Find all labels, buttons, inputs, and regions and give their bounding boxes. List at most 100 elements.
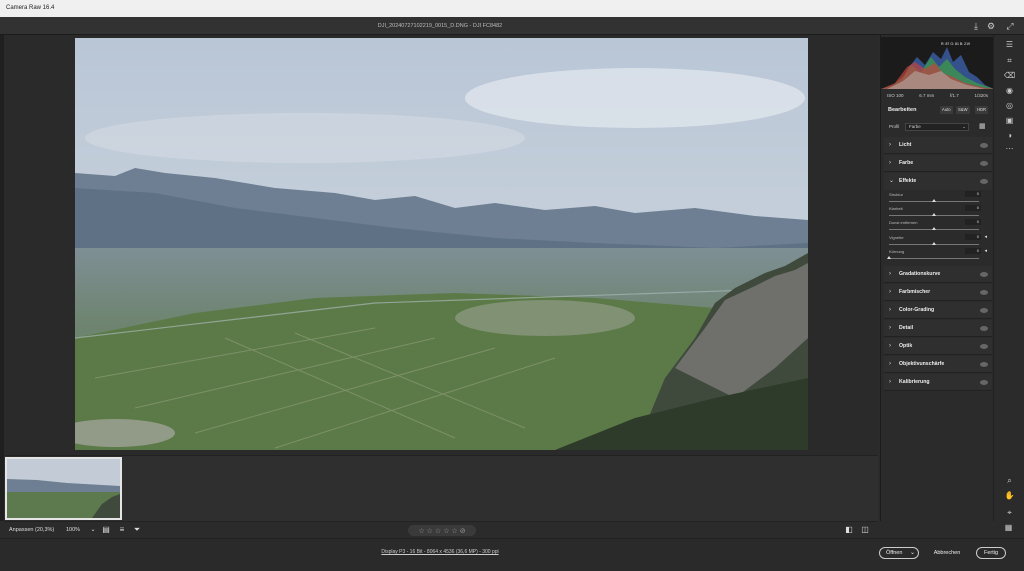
sort-icon[interactable]: ≡ bbox=[117, 525, 127, 535]
slider-vignette[interactable]: Vignette 0 ◂ bbox=[889, 234, 987, 249]
preview-image[interactable] bbox=[75, 38, 808, 450]
section-label: Detail bbox=[899, 325, 914, 331]
snapshots-icon[interactable]: ▣ bbox=[1003, 115, 1016, 127]
star-icon[interactable]: ☆ bbox=[451, 527, 457, 535]
hdr-button[interactable]: HDR bbox=[975, 106, 989, 114]
slider-track[interactable] bbox=[889, 258, 979, 259]
section-gradationskurve[interactable]: › Gradationskurve bbox=[884, 266, 992, 283]
chevron-right-icon: › bbox=[889, 361, 891, 367]
edit-title: Bearbeiten bbox=[888, 107, 917, 113]
section-effekte[interactable]: ⌄ Effekte bbox=[884, 173, 992, 190]
slider-value[interactable]: 0 bbox=[965, 248, 981, 254]
grid-overlay-icon[interactable]: ▦ bbox=[1002, 522, 1015, 534]
section-licht[interactable]: › Licht bbox=[884, 137, 992, 154]
filmstrip-view-icon[interactable]: ▤ bbox=[101, 525, 111, 535]
slider-handle[interactable] bbox=[932, 242, 936, 245]
slider-koernung[interactable]: Körnung 0 ◂ bbox=[887, 248, 987, 263]
eraser-icon[interactable]: ⌫ bbox=[1003, 70, 1016, 82]
slider-handle[interactable] bbox=[932, 199, 936, 202]
settings-icon[interactable]: ⚙ bbox=[985, 20, 997, 32]
zoom-chevron-icon[interactable]: ⌄ bbox=[88, 525, 98, 535]
chevron-down-icon: ⌄ bbox=[889, 178, 895, 184]
star-icon[interactable]: ☆ bbox=[427, 527, 433, 535]
slider-struktur[interactable]: Struktur 0 bbox=[889, 191, 987, 206]
crop-icon[interactable]: ⌗ bbox=[1003, 55, 1016, 67]
slider-value[interactable]: 0 bbox=[965, 234, 981, 240]
star-icon[interactable]: ☆ bbox=[418, 527, 424, 535]
open-button[interactable]: Öffnen ⌄ bbox=[879, 547, 919, 559]
profile-value: Farbe bbox=[909, 124, 921, 129]
mask-icon[interactable]: ◎ bbox=[1003, 100, 1016, 112]
slider-value[interactable]: 0 bbox=[965, 219, 981, 225]
visibility-eye-icon[interactable] bbox=[980, 272, 988, 277]
section-objektivunschaerfe[interactable]: › Objektivunschärfe bbox=[884, 356, 992, 373]
red-eye-icon[interactable]: ◉ bbox=[1003, 85, 1016, 97]
slider-klarheit[interactable]: Klarheit 0 bbox=[889, 205, 987, 220]
chevron-down-icon[interactable]: ⌄ bbox=[910, 548, 915, 558]
filmstrip bbox=[4, 455, 878, 521]
zoom-icon[interactable]: ⌕ bbox=[1003, 475, 1016, 487]
edit-sliders-icon[interactable]: ☰ bbox=[1003, 39, 1016, 51]
done-button[interactable]: Fertig bbox=[976, 547, 1006, 559]
aperture: f/1.7 bbox=[949, 92, 959, 98]
top-bar: DJI_20240727102219_0015_D.DNG - DJI FC84… bbox=[0, 17, 1024, 35]
save-icon[interactable]: ⤓ bbox=[970, 20, 982, 32]
reject-icon[interactable]: ⊘ bbox=[460, 527, 466, 535]
triangle-icon[interactable]: ◂ bbox=[984, 248, 987, 254]
bw-button[interactable]: S&W bbox=[956, 106, 970, 114]
visibility-eye-icon[interactable] bbox=[980, 362, 988, 367]
zoom-100-button[interactable]: 100% bbox=[66, 522, 80, 539]
section-farbmischer[interactable]: › Farbmischer bbox=[884, 284, 992, 301]
section-detail[interactable]: › Detail bbox=[884, 320, 992, 337]
star-icon[interactable]: ☆ bbox=[435, 527, 441, 535]
slider-handle[interactable] bbox=[932, 213, 936, 216]
cancel-button[interactable]: Abbrechen bbox=[928, 547, 966, 559]
hand-icon[interactable]: ✋ bbox=[1003, 490, 1016, 502]
section-label: Objektivunschärfe bbox=[899, 361, 945, 367]
section-label: Optik bbox=[899, 343, 913, 349]
visibility-eye-icon[interactable] bbox=[980, 344, 988, 349]
slider-handle[interactable] bbox=[887, 256, 891, 259]
section-label: Farbe bbox=[899, 160, 914, 166]
profile-row: Profil Farbe ⌄ ▦ bbox=[881, 121, 994, 133]
visibility-eye-icon[interactable] bbox=[980, 161, 988, 166]
more-icon[interactable]: ⋯ bbox=[1003, 143, 1016, 155]
visibility-eye-icon[interactable] bbox=[980, 380, 988, 385]
iso-value: ISO 100 bbox=[887, 92, 904, 98]
slider-label: Dunst entfernen bbox=[889, 220, 918, 225]
star-rating[interactable]: ☆ ☆ ☆ ☆ ☆ ⊘ bbox=[408, 525, 476, 536]
section-kalibrierung[interactable]: › Kalibrierung bbox=[884, 374, 992, 391]
visibility-eye-icon[interactable] bbox=[980, 179, 988, 184]
workflow-options-link[interactable]: Display P3 - 16 Bit - 8064 x 4536 (36,6 … bbox=[0, 539, 880, 566]
slider-label: Vignette bbox=[889, 235, 904, 240]
slider-handle[interactable] bbox=[932, 227, 936, 230]
profile-browser-icon[interactable]: ▦ bbox=[979, 123, 987, 131]
star-icon[interactable]: ☆ bbox=[443, 527, 449, 535]
section-optik[interactable]: › Optik bbox=[884, 338, 992, 355]
fullscreen-icon[interactable]: ⤢ bbox=[1004, 20, 1016, 32]
compare-view-icon[interactable]: ◫ bbox=[860, 525, 870, 535]
slider-label: Struktur bbox=[889, 192, 904, 197]
filter-icon[interactable]: ⏷ bbox=[132, 525, 142, 535]
section-color-grading[interactable]: › Color-Grading bbox=[884, 302, 992, 319]
visibility-eye-icon[interactable] bbox=[980, 290, 988, 295]
filmstrip-thumbnail[interactable] bbox=[5, 457, 122, 520]
slider-value[interactable]: 0 bbox=[965, 191, 981, 197]
visibility-eye-icon[interactable] bbox=[980, 308, 988, 313]
slider-label: Körnung bbox=[889, 249, 905, 254]
section-label: Farbmischer bbox=[899, 289, 931, 295]
single-view-icon[interactable]: ◧ bbox=[844, 525, 854, 535]
triangle-icon[interactable]: ◂ bbox=[984, 234, 987, 240]
profile-select[interactable]: Farbe ⌄ bbox=[905, 123, 969, 131]
visibility-eye-icon[interactable] bbox=[980, 143, 988, 148]
presets-icon[interactable]: ◑ bbox=[1003, 130, 1016, 142]
slider-dunst[interactable]: Dunst entfernen 0 bbox=[889, 219, 987, 234]
visibility-eye-icon[interactable] bbox=[980, 326, 988, 331]
status-bar: Display P3 - 16 Bit - 8064 x 4536 (36,6 … bbox=[0, 538, 1024, 571]
zoom-fit-dropdown[interactable]: Anpassen (20,3%) bbox=[6, 522, 58, 539]
tool-strip: ☰ ⌗ ⌫ ◉ ◎ ▣ ◑ ⋯ ⌕ ✋ ⌖ bbox=[993, 35, 1024, 521]
sampler-icon[interactable]: ⌖ bbox=[1003, 507, 1016, 519]
slider-value[interactable]: 0 bbox=[965, 205, 981, 211]
section-farbe[interactable]: › Farbe bbox=[884, 155, 992, 172]
auto-button[interactable]: Auto bbox=[940, 106, 953, 114]
